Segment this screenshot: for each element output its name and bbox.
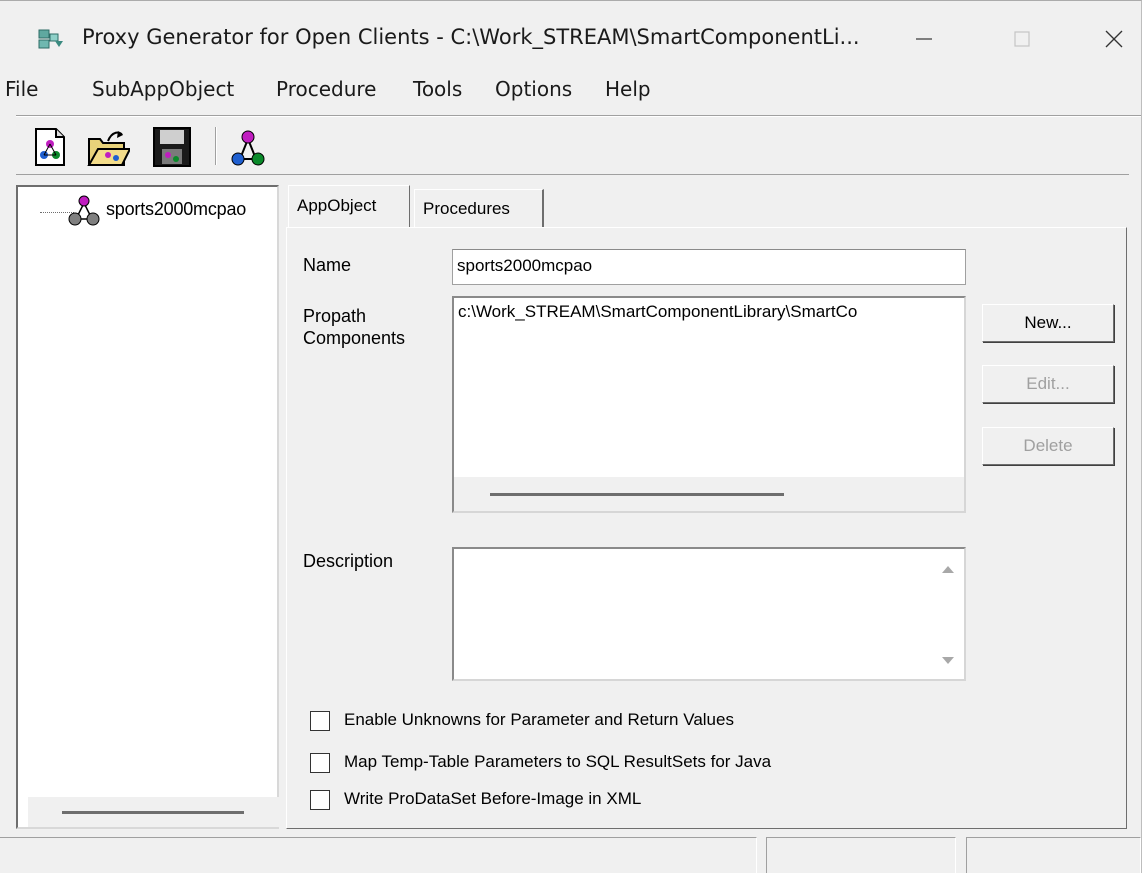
tree-scroll-thumb[interactable]: [62, 811, 244, 814]
scroll-up-icon[interactable]: [938, 561, 958, 577]
propath-list[interactable]: c:\Work_STREAM\SmartComponentLibrary\Sma…: [452, 296, 966, 513]
status-pane-3: [966, 837, 1141, 873]
toolbar-separator: [215, 127, 217, 165]
tab-appobject[interactable]: AppObject: [288, 185, 410, 227]
enable-unknowns-checkbox[interactable]: [310, 711, 330, 731]
propath-label-line2: Components: [303, 328, 406, 348]
enable-unknowns-label[interactable]: Enable Unknowns for Parameter and Return…: [344, 710, 734, 730]
propath-list-item[interactable]: c:\Work_STREAM\SmartComponentLibrary\Sma…: [454, 298, 964, 326]
menu-procedure[interactable]: Procedure: [276, 79, 377, 111]
molecule-generate-icon[interactable]: [226, 125, 270, 169]
menu-options[interactable]: Options: [495, 79, 572, 111]
propath-horizontal-scrollbar[interactable]: [454, 477, 964, 511]
menu-help[interactable]: Help: [605, 79, 651, 111]
propath-label-line1: Propath: [303, 306, 367, 326]
description-label: Description: [303, 551, 394, 571]
appobject-icon: [66, 193, 102, 227]
close-button[interactable]: [1096, 19, 1132, 59]
save-disk-icon[interactable]: [150, 125, 194, 169]
open-folder-icon[interactable]: [86, 125, 132, 169]
write-prodataset-checkbox[interactable]: [310, 790, 330, 810]
title-bar[interactable]: Proxy Generator for Open Clients - C:\Wo…: [0, 1, 1141, 79]
tree-horizontal-scrollbar[interactable]: [28, 797, 279, 827]
name-field[interactable]: sports2000mcpao: [452, 249, 966, 285]
app-window: Proxy Generator for Open Clients - C:\Wo…: [0, 0, 1142, 873]
menu-bar: File SubAppObject Procedure Tools Option…: [0, 79, 1141, 115]
name-label: Name: [303, 255, 352, 275]
edit-button[interactable]: Edit...: [982, 365, 1114, 403]
map-temp-table-label[interactable]: Map Temp-Table Parameters to SQL ResultS…: [344, 752, 771, 772]
status-pane-main: [0, 837, 757, 873]
minimize-button[interactable]: [906, 19, 942, 59]
map-temp-table-checkbox[interactable]: [310, 753, 330, 773]
tree-item-root[interactable]: sports2000mcpao: [106, 199, 246, 220]
maximize-button[interactable]: [1004, 19, 1040, 59]
menu-tools[interactable]: Tools: [413, 79, 462, 111]
description-field[interactable]: [452, 547, 966, 681]
delete-button[interactable]: Delete: [982, 427, 1114, 465]
propath-scroll-thumb[interactable]: [490, 493, 784, 496]
write-prodataset-label[interactable]: Write ProDataSet Before-Image in XML: [344, 789, 641, 809]
toolbar-bottom-divider: [16, 174, 1129, 175]
proxy-generator-app-icon: [37, 27, 65, 51]
new-document-icon[interactable]: [28, 125, 72, 169]
appobject-tree[interactable]: [16, 185, 279, 829]
status-pane-2: [766, 837, 956, 873]
new-button[interactable]: New...: [982, 304, 1114, 342]
scroll-down-icon[interactable]: [938, 653, 958, 669]
toolbar-top-divider: [16, 115, 1141, 117]
propath-label: Propath Components: [303, 305, 405, 349]
tab-procedures[interactable]: Procedures: [414, 189, 544, 227]
menu-file[interactable]: File: [5, 79, 38, 111]
window-title: Proxy Generator for Open Clients - C:\Wo…: [82, 25, 860, 49]
menu-subappobject[interactable]: SubAppObject: [92, 79, 234, 111]
